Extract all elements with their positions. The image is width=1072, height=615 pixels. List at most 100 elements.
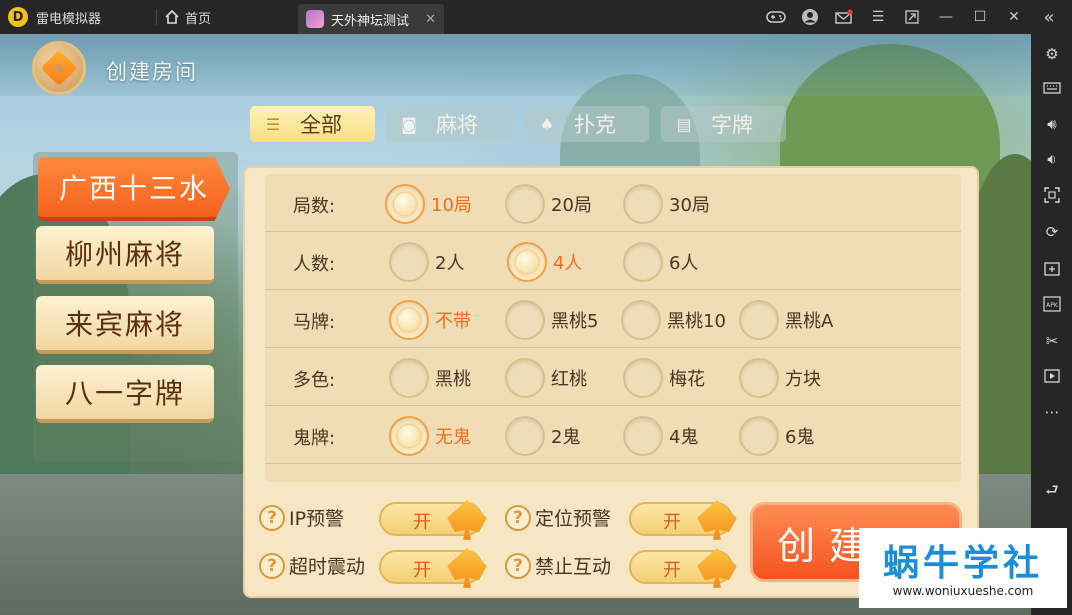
screenshot-icon[interactable] — [1040, 183, 1064, 207]
radio-button[interactable] — [739, 416, 779, 456]
radio-button[interactable] — [623, 184, 663, 224]
radio-button[interactable] — [505, 184, 545, 224]
tab-home[interactable]: 首页 — [165, 0, 211, 34]
option-label: 多色: — [293, 370, 336, 391]
menu-icon[interactable]: ☰ — [866, 5, 890, 29]
radio-button[interactable] — [389, 242, 429, 282]
add-window-icon[interactable] — [1040, 256, 1064, 280]
option-color-spade[interactable]: 黑桃 — [389, 358, 471, 398]
close-window-icon[interactable]: ✕ — [1002, 5, 1026, 29]
mail-icon[interactable] — [832, 5, 856, 29]
radio-button[interactable] — [505, 416, 545, 456]
tab-game[interactable]: 天外神坛测试 ✕ — [298, 4, 444, 34]
radio-button[interactable] — [507, 242, 547, 282]
tab-game-label: 天外神坛测试 — [331, 13, 410, 29]
help-icon[interactable]: ? — [505, 552, 531, 579]
radio-button[interactable] — [623, 358, 663, 398]
help-icon[interactable]: ? — [505, 504, 531, 531]
back-nav-icon[interactable]: ⮐ — [1040, 480, 1064, 504]
option-horse-spade10[interactable]: 黑桃10 — [621, 300, 726, 340]
titlebar-controls: ☰ — ☐ ✕ — [764, 0, 1026, 34]
switch-ip-warning[interactable]: 开 — [379, 500, 487, 540]
game-item-label: 八一字牌 — [64, 377, 185, 410]
help-icon[interactable]: ? — [259, 504, 285, 531]
restore-window-icon[interactable] — [900, 5, 924, 29]
option-text: 2鬼 — [551, 427, 581, 448]
radio-button[interactable] — [621, 300, 661, 340]
apk-install-icon[interactable]: APK — [1040, 292, 1064, 316]
switch-state: 开 — [413, 560, 431, 581]
radio-button[interactable] — [623, 416, 663, 456]
game-item-liuzhou-mahjong[interactable]: 柳州麻将 — [36, 226, 214, 284]
option-rounds-20[interactable]: 20局 — [505, 184, 592, 224]
switch-state: 开 — [663, 512, 681, 533]
radio-button[interactable] — [739, 358, 779, 398]
option-text: 方块 — [785, 369, 821, 390]
watermark-title: 蜗牛学社 — [882, 543, 1043, 584]
tab-mahjong[interactable]: ◙ 麻将 — [386, 106, 512, 142]
option-joker-4[interactable]: 4鬼 — [623, 416, 698, 456]
option-players-2[interactable]: 2人 — [389, 242, 464, 282]
tab-poker[interactable]: ♠ 扑克 — [524, 106, 649, 142]
toggle-label: IP预警 — [289, 508, 345, 530]
radio-button[interactable] — [505, 300, 545, 340]
switch-location-warning[interactable]: 开 — [629, 500, 737, 540]
tab-poker-label: 扑克 — [574, 113, 616, 137]
option-players-4[interactable]: 4人 — [507, 242, 582, 282]
option-color-heart[interactable]: 红桃 — [505, 358, 587, 398]
minimize-icon[interactable]: — — [934, 5, 958, 29]
option-color-diamond[interactable]: 方块 — [739, 358, 821, 398]
volume-up-icon[interactable]: 🔊︎ — [1040, 112, 1064, 136]
rule-options-list[interactable]: 局数: 10局 20局 30局 人数: 2人 4人 6人 马牌: 不带 黑桃5 … — [265, 174, 961, 482]
radio-button[interactable] — [623, 242, 663, 282]
radio-button[interactable] — [389, 416, 429, 456]
option-horse-spade5[interactable]: 黑桃5 — [505, 300, 598, 340]
switch-no-interaction[interactable]: 开 — [629, 548, 737, 588]
gamepad-icon[interactable] — [764, 5, 788, 29]
scissors-icon[interactable]: ✂ — [1040, 329, 1064, 353]
user-avatar-icon[interactable] — [798, 5, 822, 29]
option-rounds-30[interactable]: 30局 — [623, 184, 710, 224]
option-text: 红桃 — [551, 369, 587, 390]
tab-word-card[interactable]: ▤ 字牌 — [661, 106, 786, 142]
game-item-guangxi-shisanshui[interactable]: 广西十三水 — [38, 157, 230, 221]
toggle-label: 定位预警 — [535, 508, 612, 530]
option-horse-spadeA[interactable]: 黑桃A — [739, 300, 833, 340]
rotate-icon[interactable]: ⟳ — [1040, 220, 1064, 244]
game-item-bayi-zipai[interactable]: 八一字牌 — [36, 365, 214, 423]
radio-button[interactable] — [385, 184, 425, 224]
keyboard-icon[interactable] — [1040, 76, 1064, 100]
tab-mahjong-label: 麻将 — [436, 113, 478, 137]
option-text: 4鬼 — [669, 427, 699, 448]
collapse-sidebar-icon[interactable]: « — [1034, 0, 1064, 34]
option-horse-none[interactable]: 不带 — [389, 300, 471, 340]
option-text: 无鬼 — [435, 427, 471, 448]
option-rounds-10[interactable]: 10局 — [385, 184, 472, 224]
option-text: 30局 — [669, 195, 710, 216]
option-joker-6[interactable]: 6鬼 — [739, 416, 814, 456]
tab-all[interactable]: ☰ 全部 — [250, 106, 375, 142]
help-icon[interactable]: ? — [259, 552, 285, 579]
radio-button[interactable] — [389, 300, 429, 340]
option-players-6[interactable]: 6人 — [623, 242, 698, 282]
more-options-icon[interactable]: ⋯ — [1040, 400, 1064, 424]
settings-gear-icon[interactable]: ⚙ — [1040, 42, 1064, 66]
radio-button[interactable] — [505, 358, 545, 398]
switch-timeout-vibrate[interactable]: 开 — [379, 548, 487, 588]
video-record-icon[interactable] — [1040, 364, 1064, 388]
spade-knob-icon — [697, 548, 737, 588]
spade-knob-icon — [447, 548, 487, 588]
maximize-icon[interactable]: ☐ — [968, 5, 992, 29]
radio-button[interactable] — [389, 358, 429, 398]
option-color-club[interactable]: 梅花 — [623, 358, 705, 398]
radio-button[interactable] — [739, 300, 779, 340]
option-joker-2[interactable]: 2鬼 — [505, 416, 580, 456]
close-tab-icon[interactable]: ✕ — [425, 12, 436, 27]
volume-down-icon[interactable]: 🔉︎ — [1040, 147, 1064, 171]
home-icon — [165, 10, 179, 24]
game-item-laibin-mahjong[interactable]: 来宾麻将 — [36, 296, 214, 354]
emulator-titlebar: D 雷电模拟器 首页 天外神坛测试 ✕ ☰ — ☐ ✕ « — [0, 0, 1072, 34]
watermark: 蜗牛学社 www.woniuxueshe.com — [859, 528, 1067, 608]
option-joker-none[interactable]: 无鬼 — [389, 416, 471, 456]
back-button[interactable] — [32, 41, 86, 95]
